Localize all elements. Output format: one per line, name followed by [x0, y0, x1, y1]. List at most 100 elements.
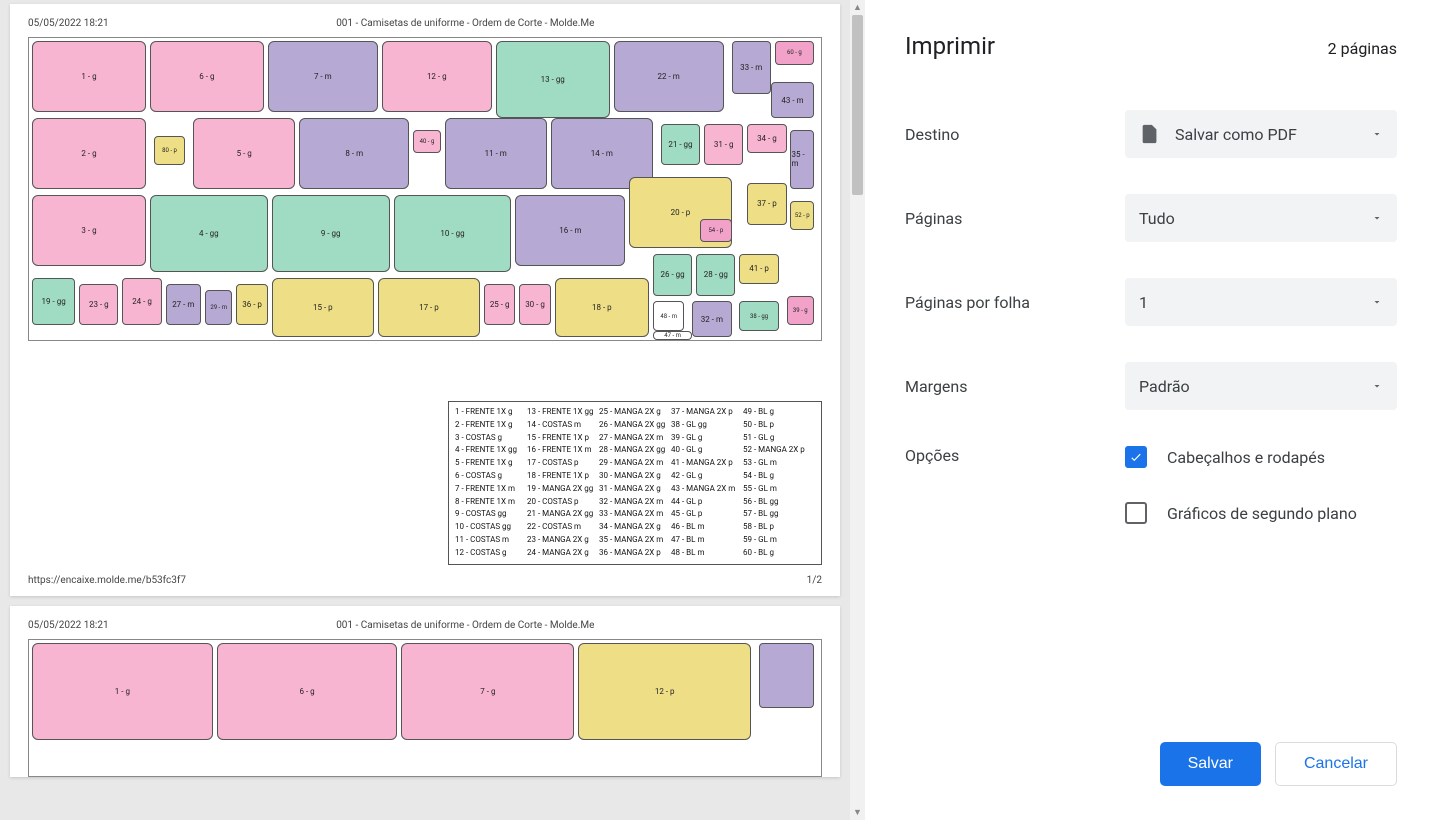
pattern-piece: 52 - p	[790, 201, 814, 231]
chevron-down-icon	[1371, 296, 1383, 308]
legend-entry: 46 - BL m	[671, 521, 743, 534]
check-icon	[1129, 450, 1143, 464]
page-header-timestamp: 05/05/2022 18:21	[28, 620, 109, 631]
destination-select[interactable]: Salvar como PDF	[1125, 110, 1397, 158]
legend-entry: 12 - COSTAS g	[455, 547, 527, 560]
pattern-piece: 39 - g	[787, 296, 815, 326]
legend-entry: 32 - MANGA 2X m	[599, 496, 671, 509]
pattern-piece: 6 - g	[150, 41, 264, 112]
legend-entry: 10 - COSTAS gg	[455, 521, 527, 534]
preview-page-1: 05/05/2022 18:21 001 - Camisetas de unif…	[10, 4, 840, 596]
margins-label: Margens	[905, 377, 1125, 396]
legend-entry: 20 - COSTAS p	[527, 496, 599, 509]
legend-entry: 42 - GL g	[671, 470, 743, 483]
persheet-value: 1	[1139, 293, 1148, 312]
pattern-piece: 54 - p	[700, 219, 731, 243]
save-button[interactable]: Salvar	[1160, 742, 1261, 786]
persheet-select[interactable]: 1	[1125, 278, 1397, 326]
legend-entry: 18 - FRENTE 1X p	[527, 470, 599, 483]
legend-entry: 28 - MANGA 2X gg	[599, 444, 671, 457]
persheet-label: Páginas por folha	[905, 293, 1125, 312]
legend-entry: 44 - GL p	[671, 496, 743, 509]
pattern-piece: 47 - m	[653, 331, 692, 340]
panel-title: Imprimir	[905, 32, 995, 60]
pattern-piece: 8 - m	[299, 118, 409, 189]
marker-layout: 1 - g6 - g7 - m12 - g13 - gg22 - m33 - m…	[32, 41, 818, 337]
preview-scrollbar[interactable]: ▲ ▼	[850, 0, 865, 820]
graphics-checkbox-label: Gráficos de segundo plano	[1167, 504, 1357, 523]
chevron-down-icon	[1371, 128, 1383, 140]
pattern-piece: 29 - m	[205, 290, 233, 326]
pattern-piece: 16 - m	[515, 195, 625, 266]
pattern-piece: 41 - p	[739, 254, 778, 284]
chevron-down-icon	[1371, 380, 1383, 392]
pattern-piece: 9 - gg	[272, 195, 390, 272]
legend-entry: 54 - BL g	[743, 470, 815, 483]
legend-entry: 17 - COSTAS p	[527, 457, 599, 470]
preview-page-2: 05/05/2022 18:21 001 - Camisetas de unif…	[10, 606, 840, 777]
pattern-piece: 31 - g	[704, 124, 743, 165]
legend-entry: 56 - BL gg	[743, 496, 815, 509]
pages-select[interactable]: Tudo	[1125, 194, 1397, 242]
pattern-piece	[759, 643, 814, 708]
headers-checkbox[interactable]	[1125, 446, 1147, 468]
pattern-piece: 7 - g	[401, 643, 574, 741]
legend-entry: 58 - BL p	[743, 521, 815, 534]
page-header-title: 001 - Camisetas de uniforme - Ordem de C…	[336, 18, 594, 29]
pattern-piece: 1 - g	[32, 41, 146, 112]
pattern-piece: 40 - g	[413, 130, 441, 154]
legend-entry: 19 - MANGA 2X gg	[527, 483, 599, 496]
page-footer: https://encaixe.molde.me/b53fc3f7 1/2	[28, 575, 822, 586]
pattern-piece: 1 - g	[32, 643, 213, 741]
legend-entry: 47 - BL m	[671, 534, 743, 547]
pattern-piece: 48 - m	[653, 301, 684, 331]
pattern-piece: 6 - g	[217, 643, 398, 741]
legend-entry: 33 - MANGA 2X m	[599, 508, 671, 521]
legend-entry: 25 - MANGA 2X g	[599, 406, 671, 419]
legend-entry: 52 - MANGA 2X p	[743, 444, 815, 457]
legend-entry: 26 - MANGA 2X gg	[599, 419, 671, 432]
pattern-piece: 12 - p	[578, 643, 751, 741]
pattern-piece: 80 - p	[154, 136, 185, 166]
print-settings-panel: Imprimir 2 páginas Destino Salvar como P…	[865, 0, 1437, 820]
legend-entry: 16 - FRENTE 1X m	[527, 444, 599, 457]
options-label: Opções	[905, 446, 1125, 465]
pattern-piece: 26 - gg	[653, 254, 692, 295]
margins-select[interactable]: Padrão	[1125, 362, 1397, 410]
pattern-piece: 12 - g	[382, 41, 492, 112]
legend-entry: 27 - MANGA 2X m	[599, 432, 671, 445]
legend-entry: 39 - GL g	[671, 432, 743, 445]
destination-label: Destino	[905, 125, 1125, 144]
legend-entry: 38 - GL gg	[671, 419, 743, 432]
pattern-piece: 28 - gg	[696, 254, 735, 295]
graphics-checkbox[interactable]	[1125, 502, 1147, 524]
legend-entry: 7 - FRENTE 1X m	[455, 483, 527, 496]
pattern-piece: 32 - m	[692, 301, 731, 337]
legend-entry: 59 - GL m	[743, 534, 815, 547]
legend-entry: 40 - GL g	[671, 444, 743, 457]
scroll-thumb[interactable]	[852, 15, 863, 195]
legend-entry: 15 - FRENTE 1X p	[527, 432, 599, 445]
legend-entry: 5 - FRENTE 1X g	[455, 457, 527, 470]
pattern-piece: 36 - p	[236, 284, 267, 325]
legend-entry: 51 - GL g	[743, 432, 815, 445]
preview-scroll-area[interactable]: 05/05/2022 18:21 001 - Camisetas de unif…	[0, 0, 850, 820]
legend-entry: 49 - BL g	[743, 406, 815, 419]
legend-entry: 31 - MANGA 2X g	[599, 483, 671, 496]
legend-table: 1 - FRENTE 1X g2 - FRENTE 1X g3 - COSTAS…	[448, 401, 822, 565]
legend-entry: 36 - MANGA 2X p	[599, 547, 671, 560]
cancel-button[interactable]: Cancelar	[1275, 742, 1397, 786]
pattern-piece: 23 - g	[79, 284, 118, 325]
pattern-piece: 11 - m	[445, 118, 547, 189]
pattern-piece: 5 - g	[193, 118, 295, 189]
legend-entry: 6 - COSTAS g	[455, 470, 527, 483]
legend-entry: 22 - COSTAS m	[527, 521, 599, 534]
pattern-piece: 3 - g	[32, 195, 146, 266]
pattern-piece: 13 - gg	[496, 41, 610, 118]
page-footer-url: https://encaixe.molde.me/b53fc3f7	[28, 575, 186, 586]
pattern-piece: 24 - g	[122, 278, 161, 325]
chevron-down-icon	[1371, 212, 1383, 224]
marker-layout-frame: 1 - g6 - g7 - g12 - p	[28, 639, 822, 777]
legend-entry: 48 - BL m	[671, 547, 743, 560]
legend-entry: 43 - MANGA 2X m	[671, 483, 743, 496]
